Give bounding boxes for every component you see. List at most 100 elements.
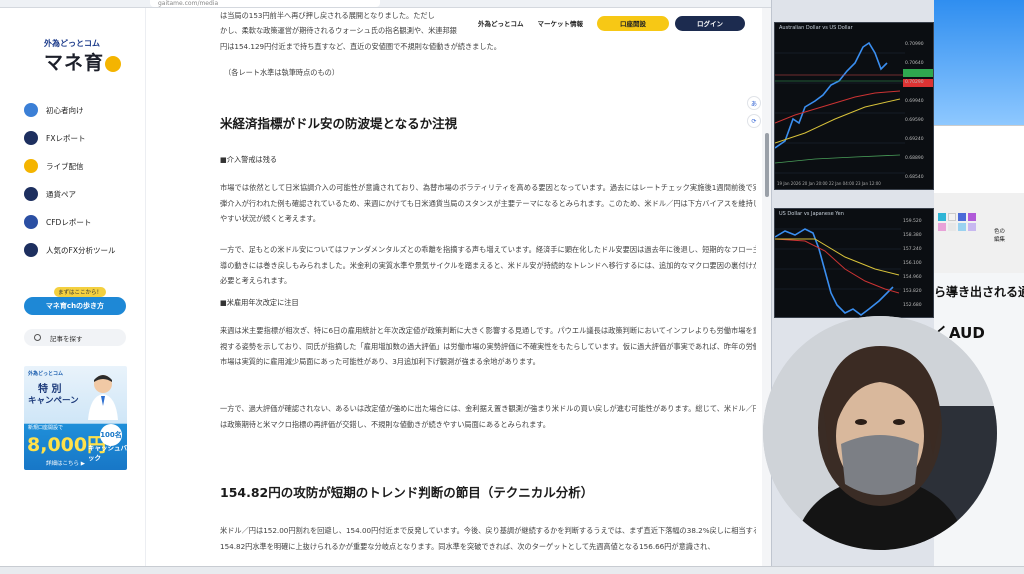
campaign-banner[interactable]: 外為どっとコム 特 別 キャンペーン 新規口座開設で 8,000円 100名 キ…: [24, 366, 127, 470]
taskbar: [0, 566, 1024, 574]
time-axis: 19 Jan 2026 20 Jan 20:00 22 Jan 04:00 23…: [777, 181, 881, 186]
browser-window: gaitame.com/media 外為どっとコム マネ育 初心者向け FXレポ…: [0, 0, 772, 566]
article-search-button[interactable]: 記事を探す: [24, 329, 126, 346]
logo-mark-icon: [105, 55, 122, 72]
chart-audusd[interactable]: Australian Dollar vs US Dollar 0.70990 0…: [774, 22, 934, 190]
color-palette[interactable]: 色の 編集: [934, 193, 1024, 273]
sidebar-item-currency-pairs[interactable]: 通貨ペア: [24, 180, 139, 208]
browser-toolbar: gaitame.com/media: [0, 0, 771, 8]
price-tick: 0.70290: [905, 80, 924, 85]
scrollbar-thumb[interactable]: [765, 133, 769, 197]
login-button[interactable]: ログイン: [675, 15, 745, 31]
paragraph: 一方で、過大評価が確認されない、あるいは改定値が強めに出た場合には、金利据え置き…: [220, 404, 756, 429]
edit-colors-label[interactable]: 色の 編集: [994, 227, 1005, 243]
color-swatch[interactable]: [948, 213, 956, 221]
banner-person-image: [88, 375, 118, 420]
price-tick: 158.380: [903, 233, 922, 238]
time-tick: 19 Jan 2026: [777, 181, 801, 186]
price-tick: 0.69940: [905, 99, 924, 104]
header-link-company[interactable]: 外為どっとコム: [478, 18, 524, 28]
price-tick: 0.68540: [905, 175, 924, 180]
subheading: ■米雇用年次改定に注目: [220, 298, 299, 307]
header-link-market[interactable]: マーケット情報: [538, 18, 584, 28]
sidebar-item-label: ライブ配信: [46, 161, 84, 171]
guide-tag: まずはここから！: [54, 287, 107, 297]
price-axis: 0.70990 0.70640 0.70290 0.69940 0.69590 …: [905, 35, 924, 187]
time-tick: 20 Jan 20:00: [802, 181, 828, 186]
price-tick: 0.69590: [905, 118, 924, 123]
app-panel: [934, 125, 1024, 193]
sidebar-item-label: 通貨ペア: [46, 189, 76, 199]
color-swatch[interactable]: [968, 213, 976, 221]
price-tick: 156.100: [903, 261, 922, 266]
play-icon: [24, 159, 38, 173]
price-tick: 0.70640: [905, 61, 924, 66]
section-heading: 米経済指標がドル安の防波堤となるか注視: [220, 116, 458, 131]
time-tick: 22 Jan 04:00: [828, 181, 855, 186]
open-account-button[interactable]: 口座開設: [597, 15, 669, 31]
site-sidebar: 外為どっとコム マネ育 初心者向け FXレポート ライブ配信 通貨ペア CFDレ…: [0, 8, 146, 566]
price-tick: 0.70990: [905, 42, 924, 47]
rate-note: （各レート水準は執筆時点のもの）: [224, 68, 340, 77]
banner-detail-link[interactable]: 詳細はこちら ▶: [46, 459, 85, 467]
guide-button-label: マネ育chの歩き方: [45, 302, 105, 310]
intro-line: 円は154.129円付近まで持ち直すなど、直近の安値圏で不規則な値動きが続きまし…: [220, 42, 501, 51]
sidebar-item-label: 人気のFX分析ツール: [46, 245, 116, 255]
price-tick: 154.960: [903, 275, 922, 280]
intro-line: かし、柔軟な政策運営が期待されるウォーシュ氏の指名観測や、米連邦銀: [220, 26, 457, 35]
price-tick: 0.68890: [905, 156, 924, 161]
translate-icon[interactable]: あ: [747, 96, 761, 110]
banner-company: 外為どっとコム: [28, 371, 64, 377]
webcam-overlay: [763, 316, 997, 550]
chart-usdjpy[interactable]: US Dollar vs Japanese Yen 159.520 158.38…: [774, 208, 934, 318]
sidebar-item-tools[interactable]: 人気のFX分析ツール: [24, 236, 139, 264]
color-swatch[interactable]: [958, 223, 966, 231]
color-swatch[interactable]: [938, 213, 946, 221]
price-tick: 153.820: [903, 289, 922, 294]
site-logo[interactable]: マネ育: [44, 48, 122, 75]
search-icon: [34, 334, 41, 341]
color-swatch[interactable]: [958, 213, 966, 221]
report-icon: [24, 131, 38, 145]
color-swatch[interactable]: [968, 223, 976, 231]
cfd-icon: [24, 215, 38, 229]
section-heading: 154.82円の攻防が短期のトレンド判断の節目（テクニカル分析）: [220, 485, 594, 500]
sidebar-item-fx-report[interactable]: FXレポート: [24, 124, 139, 152]
sidebar-item-beginner[interactable]: 初心者向け: [24, 96, 139, 124]
sidebar-item-label: CFDレポート: [46, 217, 92, 227]
sidebar-item-live[interactable]: ライブ配信: [24, 152, 139, 180]
address-bar[interactable]: gaitame.com/media: [150, 0, 380, 7]
price-tick: 152.680: [903, 303, 922, 308]
time-tick: 23 Jan 12:00: [855, 181, 881, 186]
color-swatch[interactable]: [938, 223, 946, 231]
subheading: ■介入警戒は残る: [220, 155, 278, 164]
paragraph: 一方で、足もとの米ドル安についてはファンダメンタルズとの乖離を指摘する声も増えて…: [220, 245, 756, 285]
sidebar-item-label: FXレポート: [46, 133, 86, 143]
beginner-icon: [24, 103, 38, 117]
color-swatch[interactable]: [948, 223, 956, 231]
price-tick: 159.520: [903, 219, 922, 224]
guide-button[interactable]: マネ育chの歩き方: [24, 297, 126, 315]
logo-text: マネ育: [44, 52, 105, 74]
presenter-video: [763, 316, 997, 550]
slide-heading-fragment: ら導き出される通: [934, 285, 1024, 299]
price-tick: 157.240: [903, 247, 922, 252]
paragraph: 来週は米主要指標が相次ぎ、特に6日の雇用統計と年次改定値が政策判断に大きく影響す…: [220, 326, 756, 366]
desktop-wallpaper: [934, 0, 1024, 125]
banner-campaign: キャンペーン: [28, 396, 79, 406]
sidebar-item-label: 初心者向け: [46, 105, 84, 115]
scrollbar[interactable]: [762, 8, 771, 566]
banner-title: 特 別: [38, 384, 62, 395]
intro-line: は当局の153円前半へ再び押し戻される展開となりました。ただし: [220, 11, 435, 20]
site-header: 外為どっとコム マーケット情報 口座開設 ログイン: [478, 12, 760, 34]
tool-icon: [24, 243, 38, 257]
sidebar-item-cfd-report[interactable]: CFDレポート: [24, 208, 139, 236]
currency-icon: [24, 187, 38, 201]
banner-cashback: キャッシュバック: [88, 444, 127, 462]
share-icon[interactable]: ⟳: [747, 114, 761, 128]
paragraph: 市場では依然として日米協調介入の可能性が意識されており、為替市場のボラティリティ…: [220, 183, 756, 223]
price-axis: 159.520 158.380 157.240 156.100 154.960 …: [903, 215, 922, 313]
sidebar-nav: 初心者向け FXレポート ライブ配信 通貨ペア CFDレポート 人気のFX分析ツ…: [24, 96, 139, 264]
paragraph: 米ドル／円は152.00円割れを回避し、154.00円付近まで反発しています。今…: [220, 526, 756, 551]
price-tick: 0.69240: [905, 137, 924, 142]
